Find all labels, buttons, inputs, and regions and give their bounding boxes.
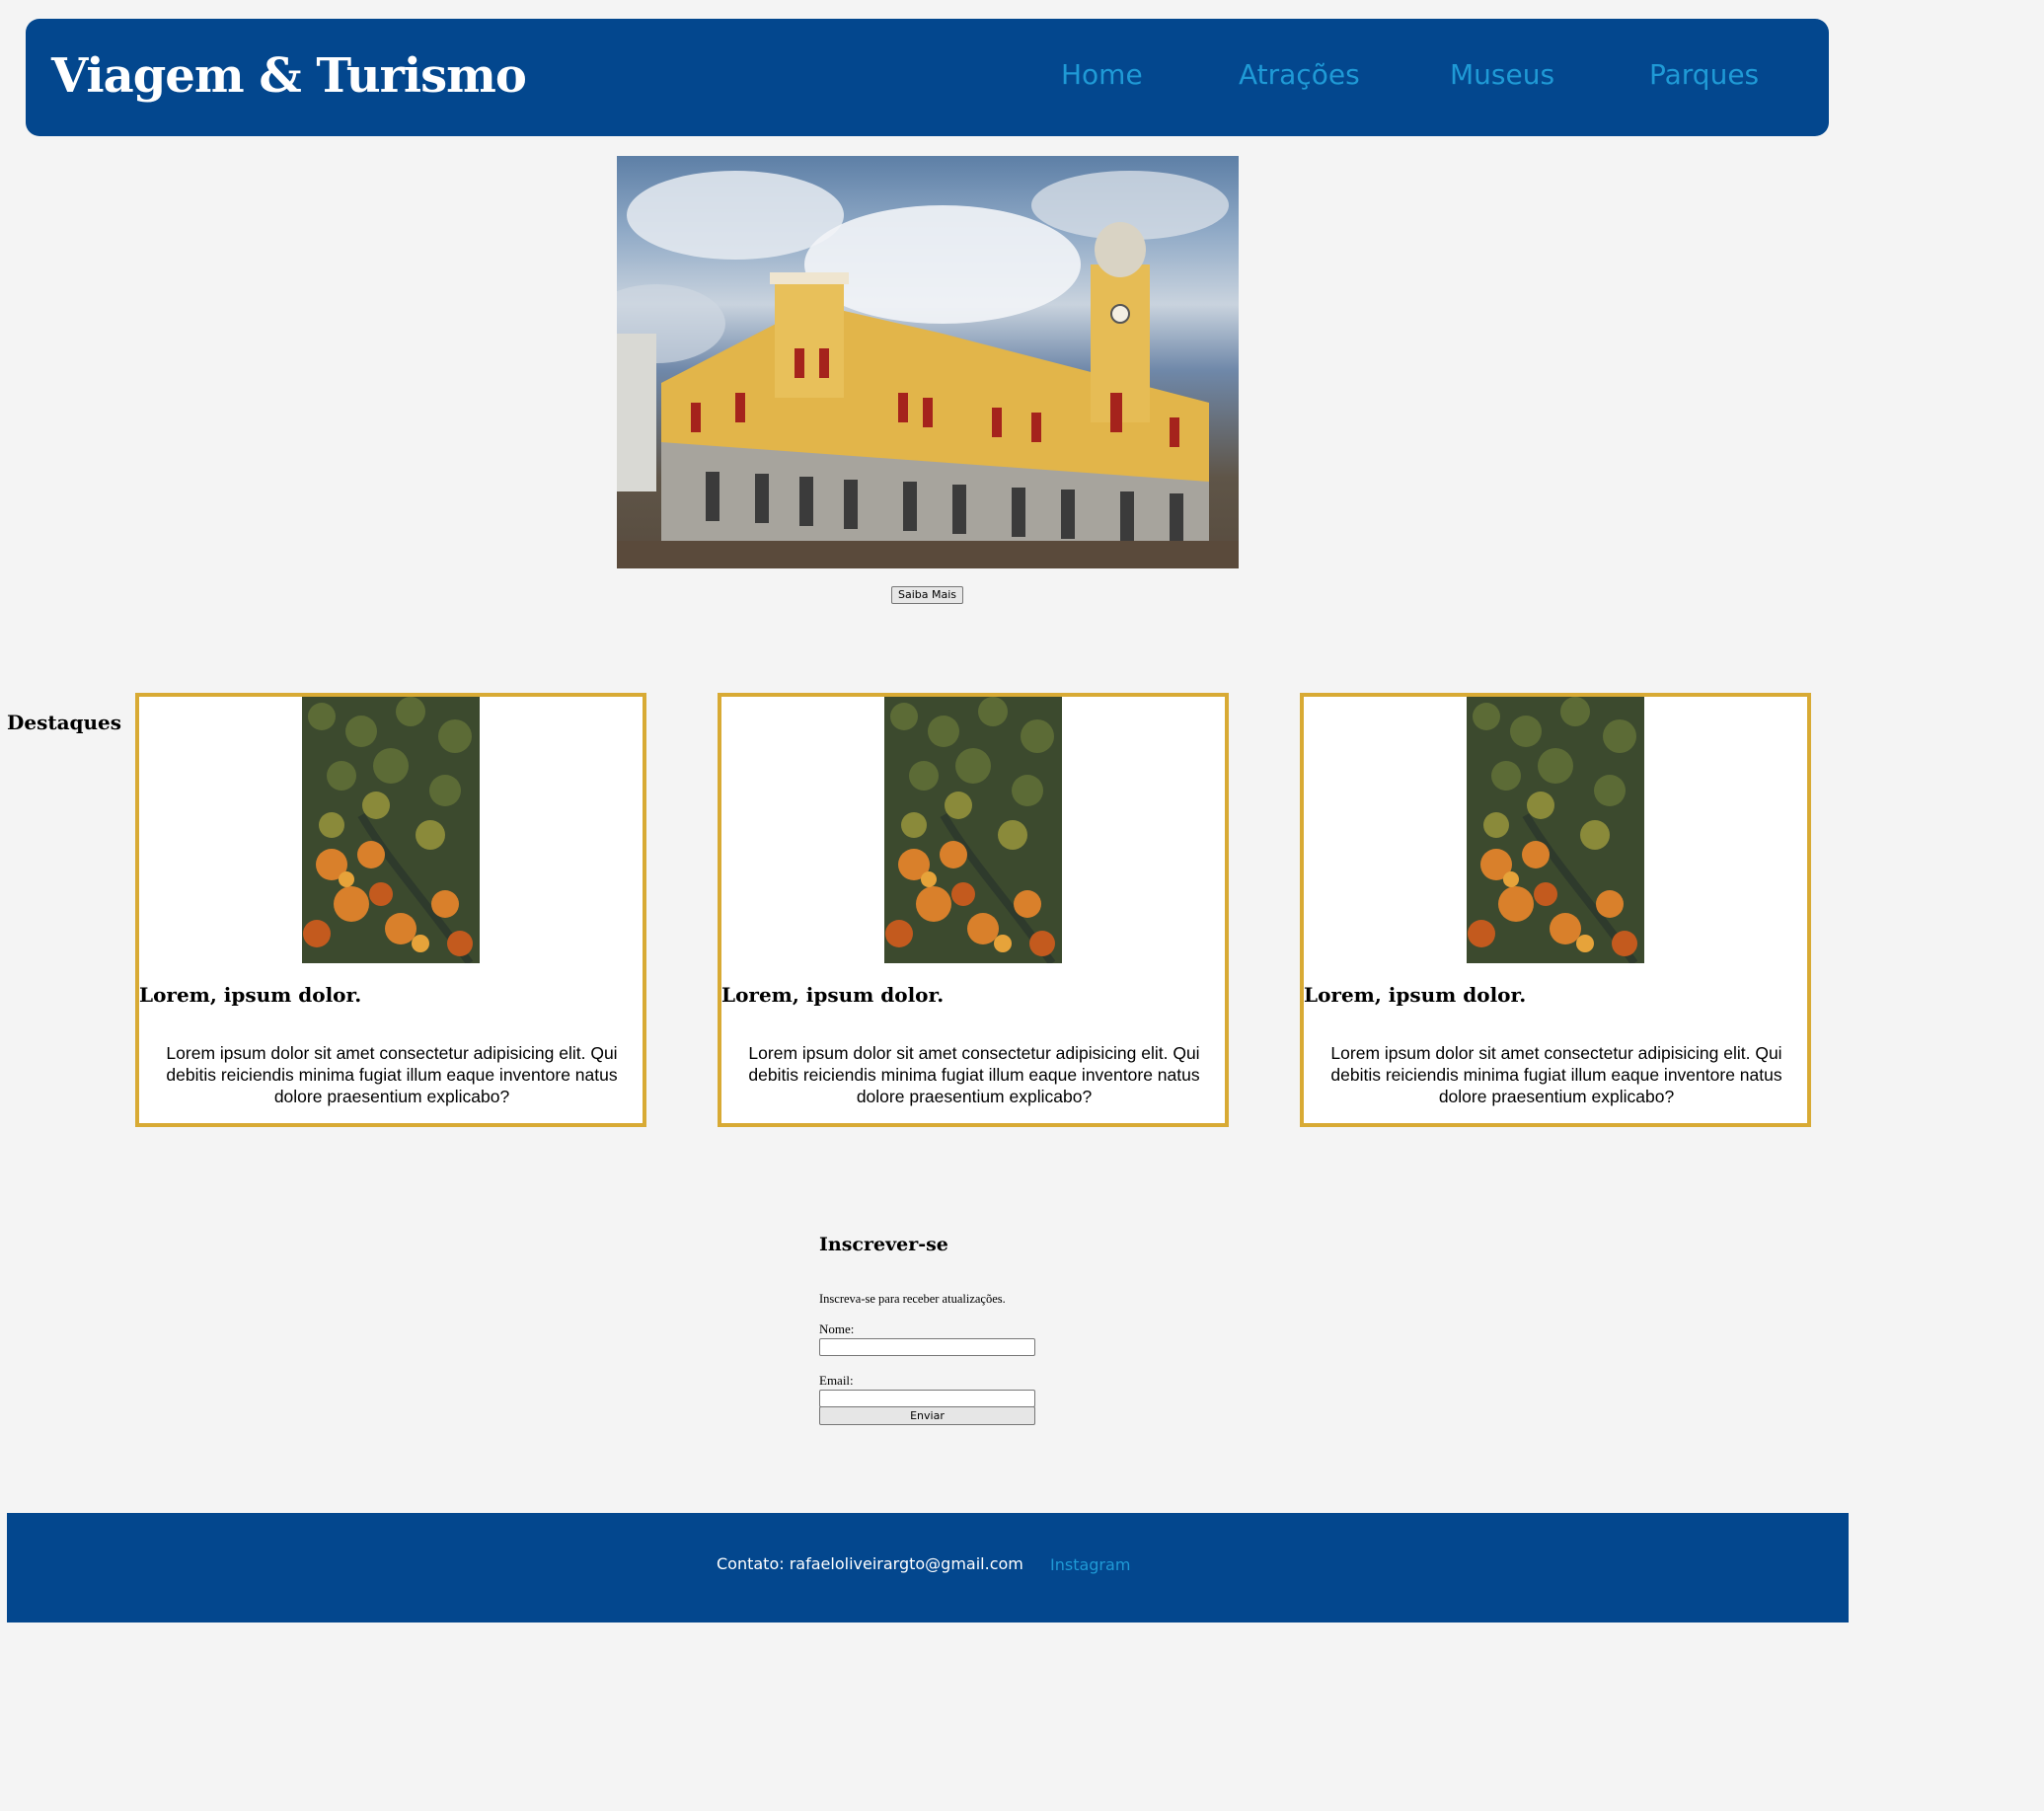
subscribe-title: Inscrever-se — [819, 1234, 948, 1255]
nav-parques[interactable]: Parques — [1649, 58, 1759, 91]
site-brand[interactable]: Viagem & Turismo — [51, 48, 527, 104]
card-text: Lorem ipsum dolor sit amet consectetur a… — [166, 1043, 618, 1106]
card-title: Lorem, ipsum dolor. — [1304, 983, 1527, 1007]
hero-image — [617, 156, 1239, 568]
submit-button[interactable]: Enviar — [819, 1406, 1035, 1425]
forest-aerial-photo — [884, 697, 1062, 963]
name-field[interactable] — [819, 1338, 1035, 1356]
card-title: Lorem, ipsum dolor. — [139, 983, 362, 1007]
email-field[interactable] — [819, 1390, 1035, 1407]
card-text: Lorem ipsum dolor sit amet consectetur a… — [1330, 1043, 1782, 1106]
name-label: Nome: — [819, 1321, 855, 1336]
section-title-destaques: Destaques — [7, 711, 122, 734]
contact-email: Contato: rafaeloliveirargto@gmail.com — [717, 1554, 1023, 1573]
card-title: Lorem, ipsum dolor. — [721, 983, 945, 1007]
forest-aerial-photo — [302, 697, 480, 963]
forest-aerial-photo — [1467, 697, 1644, 963]
site-header: Viagem & Turismo Home Atrações Museus Pa… — [26, 19, 1829, 136]
nav-museus[interactable]: Museus — [1450, 58, 1554, 91]
card-text: Lorem ipsum dolor sit amet consectetur a… — [748, 1043, 1200, 1106]
highlight-card[interactable]: Lorem, ipsum dolor. Lorem ipsum dolor si… — [135, 693, 646, 1127]
email-label: Email: — [819, 1373, 854, 1388]
instagram-link[interactable]: Instagram — [1050, 1555, 1130, 1574]
nav-home[interactable]: Home — [1061, 58, 1143, 91]
highlight-card[interactable]: Lorem, ipsum dolor. Lorem ipsum dolor si… — [1300, 693, 1811, 1127]
saiba-mais-button[interactable]: Saiba Mais — [891, 586, 963, 604]
highlight-card[interactable]: Lorem, ipsum dolor. Lorem ipsum dolor si… — [718, 693, 1229, 1127]
subscribe-description: Inscreva-se para receber atualizações. — [819, 1292, 1006, 1306]
site-footer: Contato: rafaeloliveirargto@gmail.com In… — [7, 1513, 1849, 1622]
nav-atracoes[interactable]: Atrações — [1239, 58, 1360, 91]
